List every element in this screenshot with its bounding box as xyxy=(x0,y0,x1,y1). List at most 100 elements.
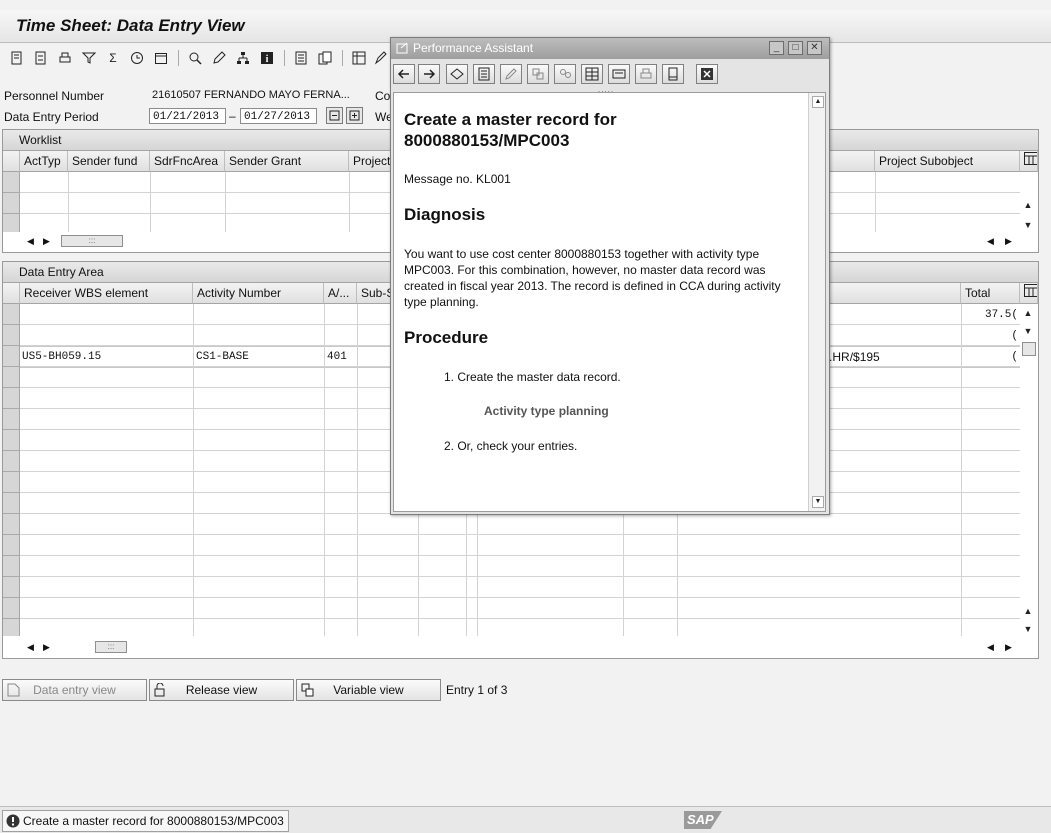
worklist-col-sender-grant[interactable]: Sender Grant xyxy=(225,151,349,172)
status-message-box[interactable]: Create a master record for 8000880153/MP… xyxy=(2,810,289,832)
worklist-col-sdrfncarea[interactable]: SdrFncArea xyxy=(150,151,225,172)
info-icon[interactable]: i xyxy=(258,49,276,67)
period-from-input[interactable]: 01/21/2013 xyxy=(149,108,226,124)
popup-scroll-down[interactable]: ▼ xyxy=(812,496,824,508)
popup-vscroll[interactable]: ▲ ▼ xyxy=(808,93,825,511)
popup-window-icon xyxy=(396,42,408,54)
worklist-row-selector[interactable] xyxy=(3,172,20,193)
entry-scroll-top[interactable]: ▲ xyxy=(1023,308,1033,318)
procedure-step-1: 1. Create the master data record. xyxy=(444,370,621,384)
worklist-scroll-down[interactable]: ▼ xyxy=(1023,220,1033,230)
worklist-row-selector[interactable] xyxy=(3,193,20,214)
hierarchy-icon[interactable] xyxy=(234,49,252,67)
worklist-scroll-up[interactable]: ▲ xyxy=(1023,200,1033,210)
next-period-button[interactable] xyxy=(346,107,363,124)
list-icon[interactable] xyxy=(292,49,310,67)
popup-scroll-up[interactable]: ▲ xyxy=(812,96,824,108)
procedure-step-2: 2. Or, check your entries. xyxy=(444,439,578,453)
entry-row-selectors[interactable] xyxy=(3,304,20,636)
data-entry-view-button[interactable]: Data entry view xyxy=(2,679,147,701)
worklist-row-selector[interactable] xyxy=(3,214,20,232)
svg-text:i: i xyxy=(266,54,269,65)
worklist-col-sender-fund[interactable]: Sender fund xyxy=(68,151,150,172)
popup-heading: Create a master record for 8000880153/MP… xyxy=(404,110,617,150)
status-message: Create a master record for 8000880153/MP… xyxy=(23,814,284,828)
entry-scroll-up-bottom[interactable]: ▲ xyxy=(1023,606,1033,616)
minimize-button[interactable]: _ xyxy=(769,41,784,55)
personnel-number-label: Personnel Number xyxy=(4,89,105,103)
page-icon[interactable] xyxy=(662,64,684,84)
close-x-icon[interactable] xyxy=(696,64,718,84)
document-icon xyxy=(7,683,20,697)
document-list-icon[interactable] xyxy=(32,49,50,67)
technical-info-icon[interactable] xyxy=(473,64,495,84)
procedure-heading: Procedure xyxy=(404,328,489,347)
row3-a[interactable]: 401 xyxy=(327,351,347,363)
sum-icon[interactable]: Σ xyxy=(104,49,122,67)
data-entry-period-label: Data Entry Period xyxy=(4,110,99,124)
period-dash: – xyxy=(229,109,236,123)
entry-select-all[interactable] xyxy=(3,283,20,304)
print-icon[interactable] xyxy=(56,49,74,67)
sap-logo: SAP xyxy=(684,811,722,829)
previous-period-button[interactable] xyxy=(326,107,343,124)
pencil-icon[interactable] xyxy=(372,49,390,67)
message-number: Message no. KL001 xyxy=(404,172,511,186)
variable-icon xyxy=(301,683,314,697)
copy-icon[interactable] xyxy=(316,49,334,67)
note-icon[interactable] xyxy=(608,64,630,84)
row3-activity[interactable]: CS1-BASE xyxy=(196,351,249,363)
diagnosis-heading: Diagnosis xyxy=(404,205,486,224)
grid-edit-icon[interactable] xyxy=(350,49,368,67)
filter-icon[interactable] xyxy=(80,49,98,67)
row3-wbs[interactable]: US5-BH059.15 xyxy=(22,351,101,363)
entry-hscroll[interactable]: ◀ ▶ ::: ◀ ▶ xyxy=(23,640,1023,654)
close-button[interactable]: ✕ xyxy=(807,41,822,55)
book-icon[interactable] xyxy=(446,64,468,84)
row1-total[interactable]: 37.5( xyxy=(973,309,1018,321)
company-label-cut: Co xyxy=(375,89,391,103)
performance-assistant-window: Performance Assistant _ □ ✕ ..... Create… xyxy=(390,37,830,515)
unlock-icon xyxy=(154,683,165,697)
popup-content: Create a master record for 8000880153/MP… xyxy=(393,92,826,512)
popup-title[interactable]: Performance Assistant xyxy=(391,38,829,59)
worklist-col-project-subobject[interactable]: Project Subobject xyxy=(875,151,1020,172)
release-view-button[interactable]: Release view xyxy=(149,679,294,701)
settings-doc-icon[interactable] xyxy=(527,64,549,84)
find-icon[interactable] xyxy=(186,49,204,67)
clock-icon[interactable] xyxy=(128,49,146,67)
variable-view-button[interactable]: Variable view xyxy=(296,679,441,701)
document-icon[interactable] xyxy=(8,49,26,67)
period-to-input[interactable]: 01/27/2013 xyxy=(240,108,317,124)
entry-vscroll-thumb[interactable] xyxy=(1022,342,1036,356)
diagnosis-text: You want to use cost center 8000880153 t… xyxy=(404,247,781,309)
entry-scroll-down[interactable]: ▼ xyxy=(1023,326,1033,336)
forward-arrow-icon[interactable] xyxy=(418,64,440,84)
entry-col-a[interactable]: A/... xyxy=(324,283,357,304)
users-icon[interactable] xyxy=(554,64,576,84)
worklist-layout-button[interactable] xyxy=(1020,151,1038,172)
worklist-select-all[interactable] xyxy=(3,151,20,172)
window-title: Time Sheet: Data Entry View xyxy=(16,16,245,35)
entry-col-receiver-wbs[interactable]: Receiver WBS element xyxy=(20,283,193,304)
calendar-icon[interactable] xyxy=(152,49,170,67)
entry-layout-button[interactable] xyxy=(1020,283,1038,304)
row2-total[interactable]: ( xyxy=(973,330,1018,342)
entry-count: Entry 1 of 3 xyxy=(446,683,508,697)
table-icon[interactable] xyxy=(581,64,603,84)
activity-type-planning-link[interactable]: Activity type planning xyxy=(484,403,609,419)
status-bar: Create a master record for 8000880153/MP… xyxy=(0,806,1051,833)
row3-total[interactable]: ( xyxy=(973,351,1018,363)
entry-col-activity-number[interactable]: Activity Number xyxy=(193,283,324,304)
printer-icon[interactable] xyxy=(635,64,657,84)
worklist-col-hidden[interactable] xyxy=(829,151,875,172)
edit-icon[interactable] xyxy=(210,49,228,67)
entry-scroll-down-bottom[interactable]: ▼ xyxy=(1023,624,1033,634)
back-arrow-icon[interactable] xyxy=(393,64,415,84)
row3-rate[interactable]: $195/HR. xyxy=(829,350,889,364)
maximize-button[interactable]: □ xyxy=(788,41,803,55)
worklist-col-acttyp[interactable]: ActTyp xyxy=(20,151,68,172)
edit-doc-icon[interactable] xyxy=(500,64,522,84)
warning-icon xyxy=(6,814,20,828)
entry-col-total[interactable]: Total xyxy=(961,283,1020,304)
